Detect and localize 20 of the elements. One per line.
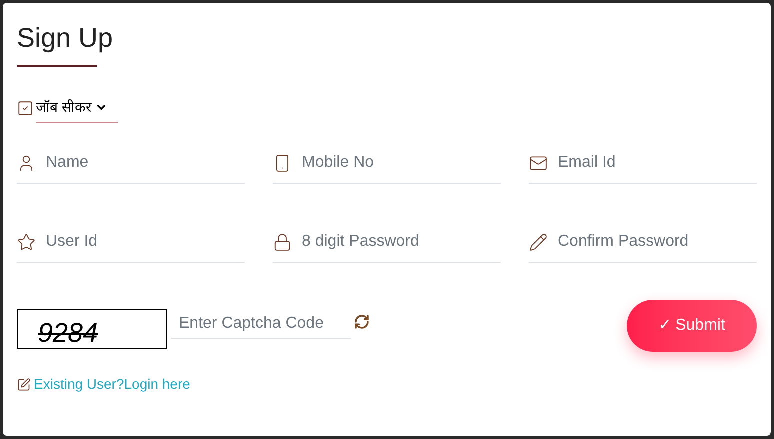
pencil-icon [529, 232, 548, 252]
refresh-button[interactable] [353, 312, 371, 332]
role-select[interactable]: जॉब सीकर [36, 93, 118, 123]
edit-icon [17, 378, 31, 392]
form-title: Sign Up [17, 22, 114, 55]
lock-icon [273, 232, 292, 252]
captcha-field[interactable]: Enter Captcha Code [171, 309, 351, 339]
star-icon [17, 232, 36, 252]
text-field[interactable]: User Id [46, 230, 245, 254]
captcha-image: 9284 [17, 309, 167, 349]
text-field[interactable]: Email Id [558, 151, 757, 175]
refresh-icon [354, 314, 370, 330]
mail-icon [529, 154, 548, 172]
text-field[interactable]: Confirm Password [558, 230, 757, 254]
text-field[interactable]: Name [46, 151, 245, 175]
text-field[interactable]: 8 digit Password [302, 230, 501, 254]
login-link[interactable]: Existing User?Login here [34, 374, 190, 395]
submit-button[interactable]: ✓ Submit [627, 300, 757, 352]
checkbox-icon [17, 100, 34, 116]
text-field[interactable]: Mobile No [302, 151, 501, 175]
